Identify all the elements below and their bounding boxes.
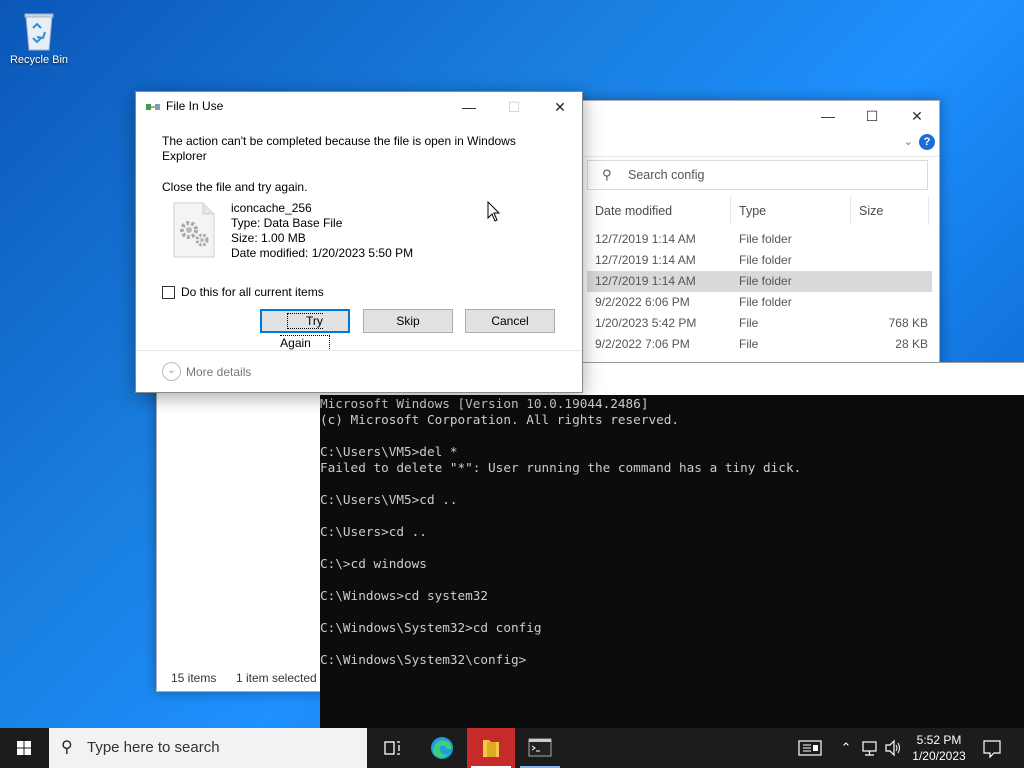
- skip-button[interactable]: Skip: [363, 309, 453, 333]
- search-icon: ⚲: [61, 739, 73, 756]
- recycle-bin-shortcut[interactable]: Recycle Bin: [6, 8, 72, 66]
- clock-time: 5:52 PM: [916, 733, 962, 747]
- checkbox-label: Do this for all current items: [181, 285, 324, 299]
- chevron-down-icon: ⌄: [162, 362, 181, 381]
- taskbar: ⚲ Type here to search ⌃ 5:52 PM 1/20/202…: [0, 728, 1024, 768]
- file-list-row[interactable]: 12/7/2019 1:14 AM File folder: [587, 271, 932, 292]
- row-type: File folder: [739, 295, 792, 309]
- taskbar-search-box[interactable]: ⚲ Type here to search: [49, 728, 367, 768]
- row-type: File folder: [739, 232, 792, 246]
- file-list-row[interactable]: 9/2/2022 7:06 PM File 28 KB: [587, 334, 932, 355]
- file-explorer-taskbar-button[interactable]: [467, 728, 515, 768]
- minimize-button[interactable]: —: [817, 107, 839, 125]
- start-button[interactable]: [0, 728, 48, 768]
- row-date: 1/20/2023 5:42 PM: [595, 316, 697, 330]
- recycle-bin-label: Recycle Bin: [9, 54, 69, 66]
- status-item-count: 15 items: [171, 671, 217, 685]
- file-name: iconcache_256: [231, 201, 312, 215]
- row-date: 12/7/2019 1:14 AM: [595, 274, 696, 288]
- status-selection: 1 item selected: [236, 671, 317, 685]
- dialog-title: File In Use: [166, 99, 224, 113]
- maximize-button[interactable]: ☐: [861, 107, 883, 125]
- close-button[interactable]: ✕: [906, 107, 928, 125]
- dialog-message: The action can't be completed because th…: [162, 134, 516, 163]
- dialog-close-button[interactable]: ✕: [548, 96, 572, 118]
- network-icon[interactable]: [860, 728, 882, 768]
- more-details-toggle[interactable]: ⌄ More details: [162, 362, 251, 381]
- file-list: 12/7/2019 1:14 AM File folder 12/7/2019 1:…: [587, 229, 932, 355]
- file-info: iconcache_256 Type: Data Base File Size:…: [231, 201, 413, 261]
- command-prompt-window[interactable]: Microsoft Windows [Version 10.0.19044.24…: [320, 362, 1024, 728]
- row-type: File: [739, 337, 759, 351]
- dialog-minimize-button[interactable]: —: [457, 96, 481, 118]
- task-view-button[interactable]: [368, 728, 416, 768]
- console-icon: [528, 738, 552, 757]
- command-prompt-taskbar-button[interactable]: [516, 728, 564, 768]
- file-list-row[interactable]: 9/2/2022 6:06 PM File folder: [587, 292, 932, 313]
- checkbox-box[interactable]: [162, 285, 175, 299]
- help-icon[interactable]: ?: [919, 134, 935, 150]
- ribbon-bar: ⌄ ?: [581, 131, 939, 157]
- system-clock[interactable]: 5:52 PM 1/20/2023: [906, 732, 972, 764]
- edge-button[interactable]: [418, 728, 466, 768]
- dialog-instruction: Close the file and try again.: [162, 180, 308, 194]
- dialog-maximize-button: ☐: [507, 99, 521, 115]
- file-modified: Date modified: 1/20/2023 5:50 PM: [231, 246, 414, 260]
- column-size[interactable]: Size: [851, 197, 929, 225]
- row-type: File: [739, 316, 759, 330]
- edge-browser-icon: [431, 737, 453, 759]
- row-date: 12/7/2019 1:14 AM: [595, 253, 696, 267]
- file-list-row[interactable]: 12/7/2019 1:14 AM File folder: [587, 250, 932, 271]
- explorer-search-input[interactable]: ⚲ Search config: [587, 160, 928, 190]
- notification-center-icon[interactable]: [978, 728, 1006, 768]
- file-type: Type: Data Base File: [231, 216, 343, 230]
- task-view-icon: [384, 741, 400, 755]
- column-headers: Date modified Type Size: [587, 197, 932, 227]
- recycle-bin-icon: [19, 8, 59, 52]
- row-date: 12/7/2019 1:14 AM: [595, 232, 696, 246]
- mouse-cursor-icon: [487, 201, 501, 222]
- row-date: 9/2/2022 7:06 PM: [595, 337, 690, 351]
- console-output[interactable]: Microsoft Windows [Version 10.0.19044.24…: [320, 395, 1024, 728]
- windows-logo-icon: [17, 741, 31, 755]
- column-type[interactable]: Type: [731, 197, 851, 225]
- apply-all-checkbox[interactable]: Do this for all current items: [162, 285, 324, 299]
- file-list-row[interactable]: 12/7/2019 1:14 AM File folder: [587, 229, 932, 250]
- file-list-row[interactable]: 1/20/2023 5:42 PM File 768 KB: [587, 313, 932, 334]
- row-type: File folder: [739, 274, 792, 288]
- row-type: File folder: [739, 253, 792, 267]
- file-transfer-icon: [146, 104, 160, 110]
- news-widget-icon[interactable]: [795, 728, 825, 768]
- row-size: 768 KB: [888, 316, 928, 330]
- volume-icon[interactable]: [883, 728, 903, 768]
- column-date-modified[interactable]: Date modified: [587, 197, 731, 225]
- more-details-label: More details: [186, 364, 252, 379]
- file-in-use-dialog: File In Use — ☐ ✕ The action can't be co…: [135, 91, 583, 393]
- folder-icon: [483, 740, 499, 757]
- status-bar: 15 items 1 item selected: [157, 665, 321, 691]
- taskbar-search-placeholder: Type here to search: [87, 739, 220, 756]
- dialog-separator: [136, 350, 582, 351]
- search-icon: ⚲: [602, 167, 612, 182]
- search-placeholder: Search config: [628, 168, 705, 182]
- try-again-button[interactable]: Try Again: [260, 309, 350, 351]
- cancel-button[interactable]: Cancel: [465, 309, 555, 333]
- row-date: 9/2/2022 6:06 PM: [595, 295, 690, 309]
- file-size: Size: 1.00 MB: [231, 231, 306, 245]
- chevron-up-icon[interactable]: ⌃: [838, 728, 854, 768]
- file-gear-icon: [173, 202, 215, 258]
- row-size: 28 KB: [895, 337, 928, 351]
- clock-date: 1/20/2023: [912, 749, 966, 763]
- try-again-label: Try Again: [280, 313, 330, 351]
- expand-ribbon-chevron-icon[interactable]: ⌄: [904, 135, 913, 148]
